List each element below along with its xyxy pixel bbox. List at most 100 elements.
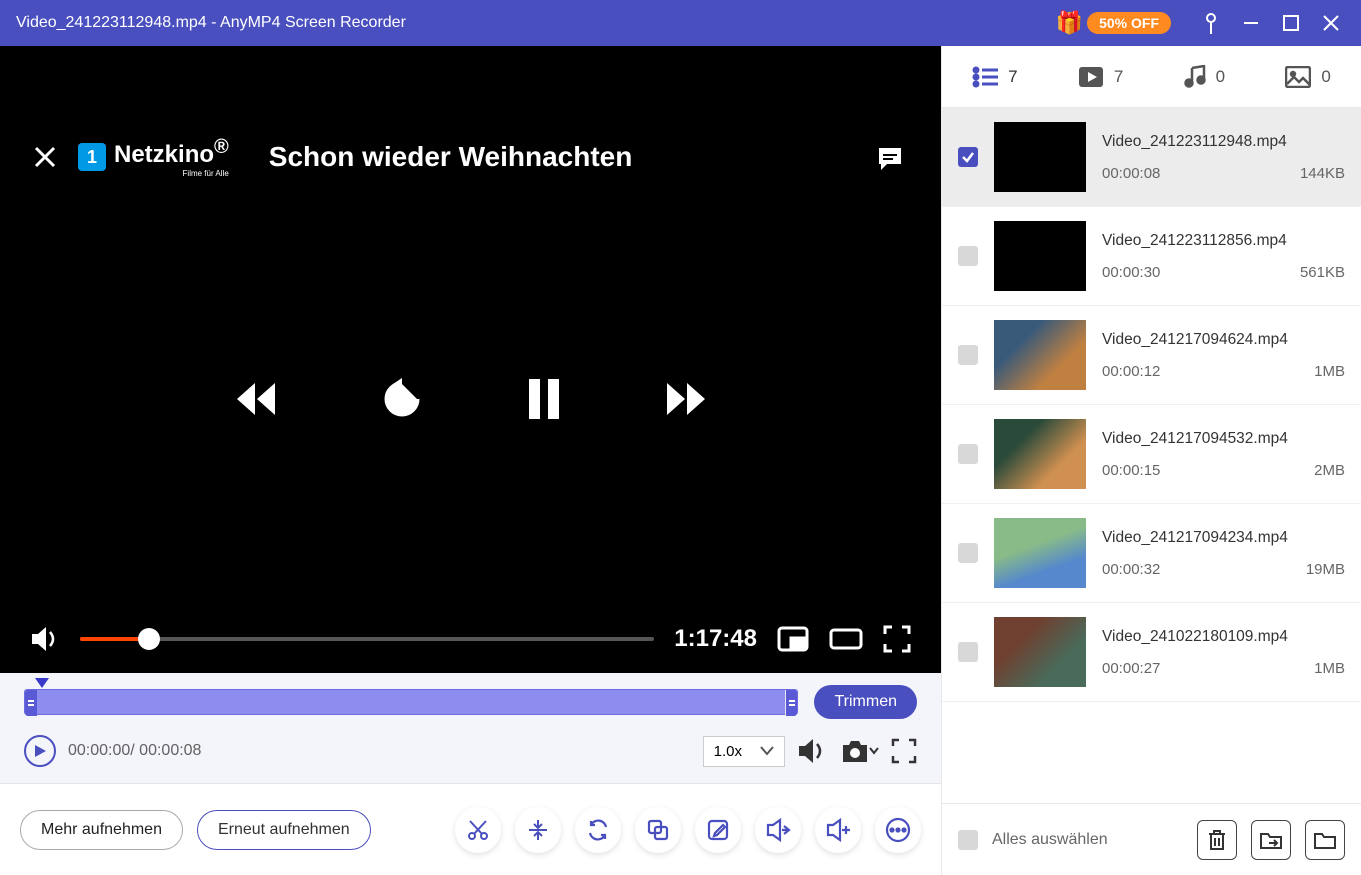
recording-item[interactable]: Video_241217094234.mp4 00:00:32 19MB: [942, 504, 1361, 603]
item-duration: 00:00:08: [1102, 165, 1160, 182]
promo-text: 50% OFF: [1087, 12, 1171, 34]
trim-panel: Trimmen 00:00:00/ 00:00:08 1.0x: [0, 673, 941, 783]
item-checkbox[interactable]: [958, 543, 978, 563]
rewind-icon[interactable]: [233, 379, 279, 419]
recordings-list: Video_241223112948.mp400:00:08144KBVideo…: [942, 108, 1361, 803]
trim-track[interactable]: [24, 689, 798, 715]
snapshot-icon[interactable]: [839, 738, 879, 764]
item-filename: Video_241217094624.mp4: [1102, 331, 1345, 349]
item-duration: 00:00:12: [1102, 363, 1160, 380]
item-checkbox[interactable]: [958, 246, 978, 266]
rerecord-button[interactable]: Erneut aufnehmen: [197, 810, 371, 850]
image-icon: [1285, 66, 1311, 88]
recording-item[interactable]: Video_241223112948.mp400:00:08144KB: [942, 108, 1361, 207]
preview-play-button[interactable]: [24, 735, 56, 767]
cut-icon[interactable]: [455, 807, 501, 853]
promo-badge[interactable]: 🎁 50% OFF: [1056, 10, 1171, 36]
item-duration: 00:00:32: [1102, 561, 1160, 578]
close-button[interactable]: [1311, 3, 1351, 43]
item-size: 144KB: [1300, 165, 1345, 182]
minimize-button[interactable]: [1231, 3, 1271, 43]
item-thumbnail: [994, 320, 1086, 390]
item-size: 561KB: [1300, 264, 1345, 281]
pip-icon[interactable]: [777, 626, 809, 652]
expand-icon[interactable]: [891, 738, 917, 764]
item-thumbnail: [994, 419, 1086, 489]
item-thumbnail: [994, 518, 1086, 588]
tab-image[interactable]: 0: [1285, 66, 1330, 88]
video-player[interactable]: 1 Netzkino® Filme für Alle Schon wieder …: [0, 46, 941, 673]
item-checkbox[interactable]: [958, 147, 978, 167]
gift-icon: 🎁: [1056, 10, 1083, 36]
video-icon: [1078, 66, 1104, 88]
recording-item[interactable]: Video_241217094532.mp400:00:152MB: [942, 405, 1361, 504]
movie-title: Schon wieder Weihnachten: [269, 141, 633, 173]
record-more-button[interactable]: Mehr aufnehmen: [20, 810, 183, 850]
item-filename: Video_241217094532.mp4: [1102, 430, 1345, 448]
chevron-down-icon: [760, 746, 774, 756]
player-close-icon[interactable]: [32, 144, 58, 170]
list-icon: [972, 66, 998, 88]
item-checkbox[interactable]: [958, 345, 978, 365]
speed-value: 1.0x: [714, 743, 742, 760]
trim-range: 00:00:00/ 00:00:08: [68, 742, 201, 760]
compress-icon[interactable]: [515, 807, 561, 853]
seek-knob[interactable]: [138, 628, 160, 650]
item-size: 1MB: [1314, 660, 1345, 677]
trim-button[interactable]: Trimmen: [814, 685, 917, 719]
trim-handle-left[interactable]: [25, 690, 37, 716]
recording-item[interactable]: Video_241223112856.mp400:00:30561KB: [942, 207, 1361, 306]
tab-all[interactable]: 7: [972, 66, 1017, 88]
recording-item[interactable]: Video_241217094624.mp4 00:00:12 1MB: [942, 306, 1361, 405]
tab-video-count: 7: [1114, 67, 1123, 87]
convert-icon[interactable]: [575, 807, 621, 853]
account-icon[interactable]: [1191, 3, 1231, 43]
fullscreen-icon[interactable]: [883, 625, 911, 653]
recording-item[interactable]: Video_241022180109.mp4 00:00:27 1MB: [942, 603, 1361, 702]
item-filename: Video_241217094234.mp4: [1102, 529, 1345, 547]
footer-toolbar: Mehr aufnehmen Erneut aufnehmen: [0, 783, 941, 875]
item-thumbnail: [994, 221, 1086, 291]
music-icon: [1184, 65, 1206, 89]
more-icon[interactable]: [875, 807, 921, 853]
move-to-button[interactable]: [1251, 820, 1291, 860]
titlebar: Video_241223112948.mp4 - AnyMP4 Screen R…: [0, 0, 1361, 46]
volume-icon[interactable]: [30, 626, 60, 652]
fast-forward-icon[interactable]: [663, 379, 709, 419]
list-footer: Alles auswählen: [942, 803, 1361, 875]
speed-selector[interactable]: 1.0x: [703, 736, 785, 767]
chat-icon[interactable]: [875, 144, 905, 174]
item-filename: Video_241022180109.mp4: [1102, 628, 1345, 646]
select-all-checkbox[interactable]: [958, 830, 978, 850]
window-title: Video_241223112948.mp4 - AnyMP4 Screen R…: [10, 14, 406, 32]
item-thumbnail: [994, 617, 1086, 687]
delete-button[interactable]: [1197, 820, 1237, 860]
wide-icon[interactable]: [829, 628, 863, 650]
item-size: 19MB: [1306, 561, 1345, 578]
volume-add-icon[interactable]: [815, 807, 861, 853]
trim-marker[interactable]: [35, 678, 49, 688]
item-size: 1MB: [1314, 363, 1345, 380]
open-folder-button[interactable]: [1305, 820, 1345, 860]
item-thumbnail: [994, 122, 1086, 192]
trim-handle-right[interactable]: [785, 690, 797, 716]
item-checkbox[interactable]: [958, 642, 978, 662]
item-filename: Video_241223112856.mp4: [1102, 232, 1345, 250]
player-time: 1:17:48: [674, 625, 757, 653]
brand-name: Netzkino: [114, 141, 214, 168]
seek-track[interactable]: [80, 637, 654, 641]
pause-icon[interactable]: [525, 377, 563, 421]
tab-image-count: 0: [1321, 67, 1330, 87]
export-icon[interactable]: [755, 807, 801, 853]
brand-logo-square: 1: [78, 143, 106, 171]
brand-tagline: Filme für Alle: [114, 169, 229, 178]
edit-icon[interactable]: [695, 807, 741, 853]
item-checkbox[interactable]: [958, 444, 978, 464]
maximize-button[interactable]: [1271, 3, 1311, 43]
sound-icon[interactable]: [797, 738, 827, 764]
tab-audio[interactable]: 0: [1184, 65, 1225, 89]
merge-icon[interactable]: [635, 807, 681, 853]
replay-icon[interactable]: [379, 376, 425, 422]
tab-video[interactable]: 7: [1078, 66, 1123, 88]
item-duration: 00:00:27: [1102, 660, 1160, 677]
